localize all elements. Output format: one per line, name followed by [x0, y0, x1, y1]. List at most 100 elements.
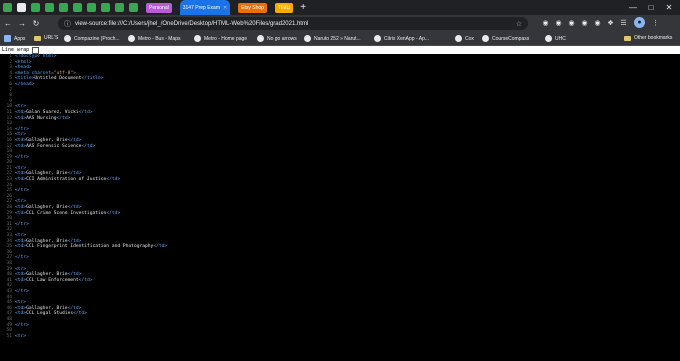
html-tag: </tr> [15, 221, 29, 227]
tab-favicon-icon[interactable] [31, 3, 40, 12]
bookmark-label: Metro - Bus - Maps [138, 35, 181, 42]
html-tag: <html> [15, 59, 32, 65]
tab[interactable]: Personal [146, 2, 172, 13]
html-tag: </td> [73, 311, 87, 317]
bookmark-label: Apps [14, 35, 26, 42]
tab-favicon-icon[interactable] [59, 3, 68, 12]
html-tag: <tr> [15, 104, 27, 110]
html-tag: </td> [78, 109, 93, 115]
site-favicon-icon [374, 35, 381, 42]
tab-group: Personal 3147 Prep Exam ✕ Etsy Shop TIMU [140, 0, 295, 15]
html-tag: <title> [15, 76, 35, 82]
html-tag: </td> [106, 210, 121, 216]
html-tag: </td> [81, 143, 96, 149]
bookmark-label: Cox [465, 35, 474, 42]
extension-icon[interactable]: ◉ [566, 17, 577, 28]
html-tag: </td> [67, 272, 82, 278]
tab-favicon-icon[interactable] [87, 3, 96, 12]
address-url: view-source:file:///C:/Users/jhel_/OneDr… [75, 20, 309, 27]
bookmark-item[interactable]: Naruto 252 » Narut... [304, 35, 361, 42]
bookmark-item[interactable]: Other bookmarks [624, 35, 672, 41]
html-tag: <tr> [15, 132, 27, 138]
html-tag: <td> [15, 311, 27, 317]
bookmark-star-icon[interactable]: ☆ [516, 20, 522, 28]
bookmark-item[interactable]: Citrix XenApp - Ap... [374, 35, 429, 42]
back-icon[interactable]: ← [2, 18, 14, 30]
bookmarks-bar: Apps URL'S Compazine (Proch... Metro - Bus … [0, 32, 680, 46]
html-tag: </td> [106, 177, 121, 183]
html-tag: </tr> [15, 188, 29, 194]
line-code: <td>AAS Nursing</td> [15, 116, 70, 122]
reading-list-icon[interactable]: ☰ [618, 17, 629, 28]
info-icon[interactable]: ⓘ [64, 19, 71, 29]
bookmark-item[interactable]: Cox [455, 35, 474, 42]
tab-favicon-icon[interactable] [3, 3, 12, 12]
tab[interactable]: Etsy Shop [238, 2, 267, 13]
line-code: <td>CCL Fingerprint Identification and P… [15, 244, 167, 250]
bookmark-item[interactable]: UHC [545, 35, 566, 42]
new-tab-button[interactable]: + [300, 2, 306, 13]
html-tag: <td> [15, 272, 27, 278]
bookmark-label: Other bookmarks [634, 35, 673, 41]
tab-favicon-icon[interactable] [129, 3, 138, 12]
line-code: </tr> [15, 255, 29, 261]
close-icon[interactable]: ✕ [660, 0, 678, 15]
extension-icon[interactable]: ◉ [579, 17, 590, 28]
bookmark-item[interactable]: URL'S [34, 35, 58, 41]
html-tag: <td> [15, 277, 27, 283]
apps-grid-icon [4, 35, 11, 42]
line-wrap-checkbox[interactable] [32, 46, 40, 54]
text-content: Gallagher, Brie [26, 305, 68, 311]
line-code: </tr> [15, 289, 29, 295]
line-code: </tr> [15, 188, 29, 194]
bookmark-item[interactable]: Metro - Home page [194, 35, 247, 42]
tab-favicon-icon[interactable] [101, 3, 110, 12]
tab-favicon-icon[interactable] [73, 3, 82, 12]
bookmark-label: Metro - Home page [204, 35, 248, 42]
source-line: 51 <tr> [0, 334, 680, 340]
tab-favicon-icon[interactable] [115, 3, 124, 12]
reload-icon[interactable]: ↻ [30, 18, 42, 30]
tab-label: Personal [149, 4, 169, 11]
tab-favicon-icon[interactable] [17, 3, 26, 12]
tab-close-icon[interactable]: ✕ [223, 5, 227, 11]
html-tag: <tr> [15, 300, 27, 306]
html-tag: </td> [153, 244, 168, 250]
html-tag: </tr> [15, 288, 29, 294]
extensions-puzzle-icon[interactable]: ❖ [605, 17, 616, 28]
text-content: Gallagher, Brie [26, 238, 68, 244]
line-code: </head> [15, 82, 34, 88]
bookmark-item[interactable]: Apps [4, 35, 25, 42]
bookmark-item[interactable]: Compazine (Proch... [64, 35, 120, 42]
bookmark-item[interactable]: No go arrows [257, 35, 297, 42]
tab[interactable]: 3147 Prep Exam ✕ [179, 0, 231, 15]
maximize-icon[interactable]: □ [642, 0, 660, 15]
text-content: CCL Legal Studies [26, 311, 74, 317]
source-view: 1 <!doctype html> 2 <html> 3 <head> 4 <meta cha… [0, 54, 680, 361]
extension-icon[interactable]: ◉ [553, 17, 564, 28]
site-favicon-icon [64, 35, 71, 42]
avatar[interactable]: ● [634, 17, 645, 28]
line-code: </tr> [15, 155, 29, 161]
html-tag: <td> [15, 205, 27, 211]
folder-icon [624, 35, 631, 41]
bookmark-item[interactable]: CourseCompass [482, 35, 529, 42]
bookmark-item[interactable]: Metro - Bus - Maps [128, 35, 181, 42]
extension-icon[interactable]: ◉ [540, 17, 551, 28]
extension-icon[interactable]: ◉ [592, 17, 603, 28]
html-tag: </title> [81, 76, 104, 82]
line-wrap-label: Line wrap [2, 47, 30, 53]
tab[interactable]: TIMU [274, 2, 294, 13]
forward-icon[interactable]: → [16, 18, 28, 30]
minimize-icon[interactable]: — [624, 0, 642, 15]
tab-favicon-icon[interactable] [45, 3, 54, 12]
text-content: CCI Administration of Justice [26, 177, 107, 183]
html-tag: </tr> [15, 126, 29, 132]
html-tag: <td> [15, 244, 27, 250]
html-tag: <td> [15, 305, 27, 311]
html-tag: </tr> [15, 255, 29, 261]
menu-icon[interactable]: ⋮ [650, 17, 661, 28]
text-content: CCL Fingerprint Identification and Photo… [26, 244, 154, 250]
toolbar: ← → ↻ ⓘ view-source:file:///C:/Users/jhe… [0, 15, 680, 32]
address-bar[interactable]: ⓘ view-source:file:///C:/Users/jhel_/One… [58, 17, 528, 30]
